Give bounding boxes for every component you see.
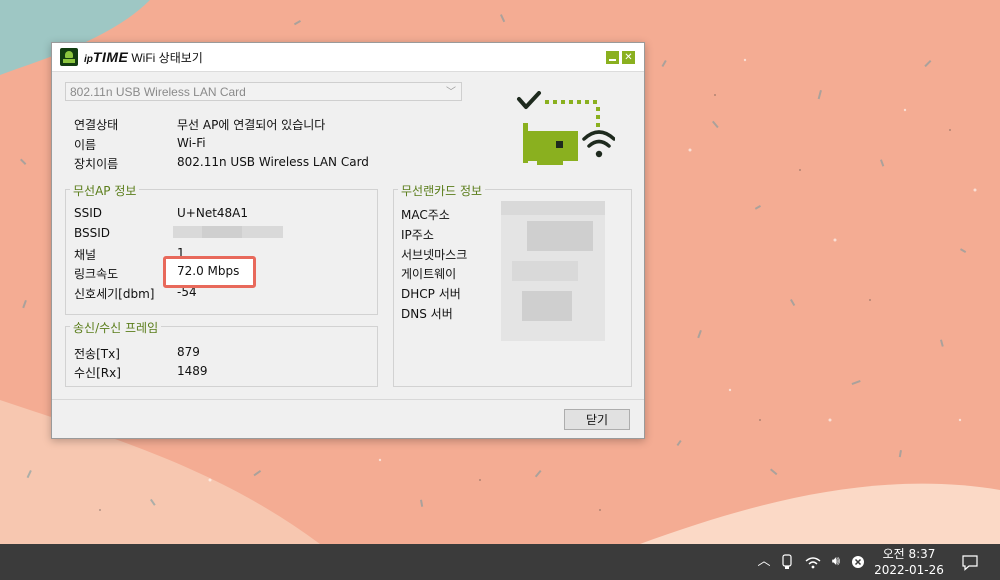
gateway-label: 게이트웨이 [401, 267, 457, 281]
redacted-block [202, 226, 242, 238]
bssid-label: BSSID [74, 226, 111, 240]
window-title: ipTIME WiFi 상태보기 [84, 49, 203, 66]
ip-address-label: IP주소 [401, 228, 434, 242]
lan-card-icon [528, 131, 578, 161]
title-bar[interactable]: ipTIME WiFi 상태보기 ✕ [52, 43, 644, 72]
ssid-value: U+Net48A1 [177, 206, 249, 220]
chevron-down-icon: ﹀ [446, 87, 456, 98]
tray-app-icon[interactable] [780, 554, 794, 570]
wifi-icon[interactable] [804, 555, 822, 569]
chevron-up-icon[interactable]: ︿ [754, 544, 774, 580]
card-bracket [523, 123, 528, 163]
link-speed-value: 72.0 Mbps [177, 264, 240, 278]
subnet-mask-label: 서브넷마스크 [401, 248, 468, 262]
rx-value: 1489 [177, 364, 208, 378]
name-value: Wi-Fi [177, 136, 206, 150]
device-select-value: 802.11n USB Wireless LAN Card [70, 85, 246, 99]
device-name-label: 장치이름 [74, 157, 119, 171]
gateway-value-redacted [512, 261, 578, 281]
mac-value-redacted [501, 201, 605, 215]
rx-label: 수신[Rx] [74, 366, 121, 380]
signal-strength-label: 신호세기[dbm] [74, 287, 155, 301]
tx-label: 전송[Tx] [74, 347, 120, 361]
channel-label: 채널 [74, 248, 97, 262]
taskbar: ︿ 🔊︎ 오전 8:37 2022-01-26 [0, 544, 1000, 580]
ip-value-redacted [527, 221, 593, 251]
dhcp-server-label: DHCP 서버 [401, 287, 461, 301]
footer-separator [52, 399, 644, 400]
minimize-button[interactable] [606, 51, 619, 64]
card-info-title: 무선랜카드 정보 [398, 182, 486, 199]
iptime-wifi-status-window: ipTIME WiFi 상태보기 ✕ 802.11n USB Wireless L… [51, 42, 645, 439]
close-button[interactable]: 닫기 [564, 409, 630, 430]
mac-address-label: MAC주소 [401, 208, 450, 222]
connection-status-value: 무선 AP에 연결되어 있습니다 [177, 118, 326, 132]
connection-status-label: 연결상태 [74, 118, 119, 132]
device-select[interactable]: 802.11n USB Wireless LAN Card ﹀ [65, 82, 462, 101]
clock-time: 오전 8:37 [882, 547, 936, 561]
brand-subtitle: WiFi 상태보기 [131, 51, 203, 65]
notification-icon[interactable] [961, 554, 979, 571]
iptime-app-icon [60, 48, 78, 66]
brand-ip: ip [84, 54, 93, 65]
dns-server-label: DNS 서버 [401, 307, 453, 321]
dhcp-value-redacted [522, 291, 572, 321]
name-label: 이름 [74, 138, 97, 152]
close-window-button[interactable]: ✕ [622, 51, 635, 64]
wifi-connected-graphic [517, 91, 615, 165]
device-name-value: 802.11n USB Wireless LAN Card [177, 155, 369, 169]
brand-time: TIME [92, 49, 129, 65]
clock-date: 2022-01-26 [874, 563, 944, 577]
no-network-icon[interactable] [851, 555, 865, 569]
ssid-label: SSID [74, 206, 103, 220]
check-icon [517, 91, 541, 109]
tx-value: 879 [177, 345, 200, 359]
clock[interactable]: 오전 8:37 2022-01-26 [874, 546, 944, 578]
volume-icon[interactable]: 🔊︎ [826, 544, 846, 580]
wifi-icon [582, 130, 615, 148]
link-speed-label: 링크속도 [74, 267, 119, 281]
ap-info-title: 무선AP 정보 [70, 182, 140, 199]
frames-title: 송신/수신 프레임 [70, 319, 162, 336]
